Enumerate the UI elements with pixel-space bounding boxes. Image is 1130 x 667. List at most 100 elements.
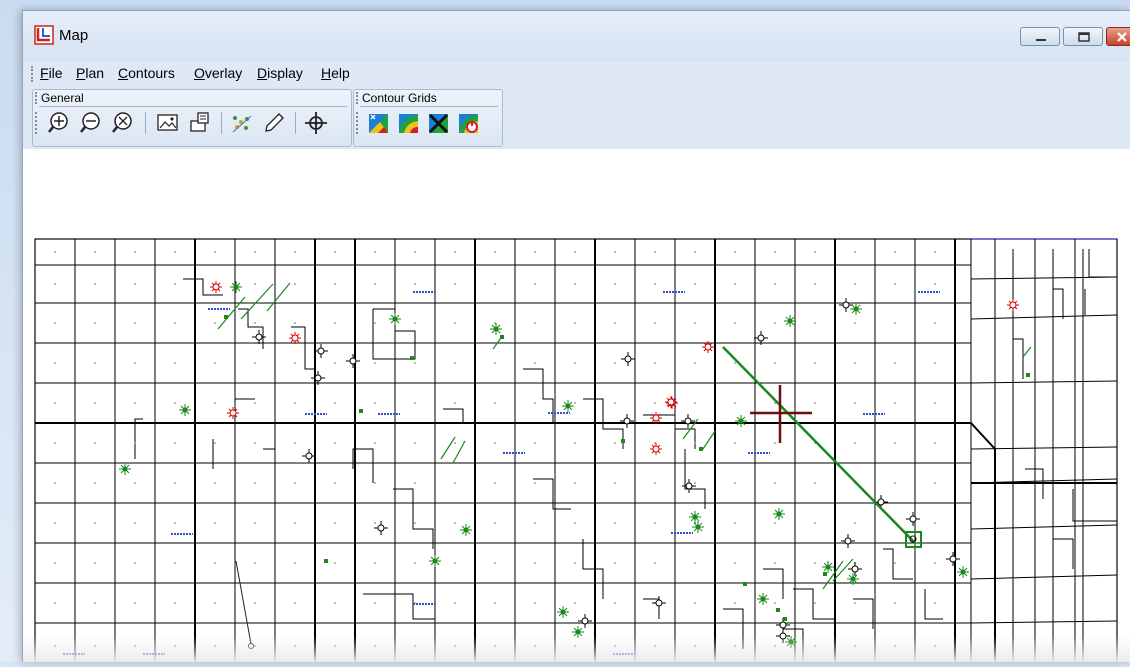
- section-dot: [54, 362, 56, 364]
- oil-well-icon: [560, 609, 566, 615]
- section-dot: [894, 442, 896, 444]
- oil-well-icon: [695, 524, 701, 530]
- toolbar-separator: [295, 112, 296, 134]
- section-dot: [94, 442, 96, 444]
- menu-overlay[interactable]: Overlay: [194, 65, 242, 81]
- section-dot: [294, 482, 296, 484]
- section-line: [970, 524, 1118, 530]
- section-dot: [814, 402, 816, 404]
- section-dot: [254, 251, 256, 253]
- tract-outline: [1053, 288, 1064, 319]
- oil-well-icon: [122, 466, 128, 472]
- section-dot: [214, 402, 216, 404]
- toolbar-general-grip[interactable]: [35, 92, 40, 104]
- well-location-icon: [621, 439, 625, 443]
- gas-well-icon: [212, 283, 220, 291]
- oil-well-icon: [182, 407, 188, 413]
- section-dot: [454, 602, 456, 604]
- section-dot: [774, 562, 776, 564]
- section-dot: [374, 522, 376, 524]
- tract-outline: [363, 593, 436, 649]
- grid-contour-button[interactable]: [396, 110, 422, 136]
- menu-file[interactable]: File: [40, 65, 63, 81]
- section-dot: [94, 562, 96, 564]
- grid-delete-button[interactable]: [426, 110, 452, 136]
- section-dot: [374, 322, 376, 324]
- section-dot: [54, 562, 56, 564]
- tract-outline: [763, 568, 784, 599]
- menubar-grip[interactable]: [31, 66, 36, 82]
- scatter-points-button[interactable]: [229, 110, 255, 136]
- zoom-in-button[interactable]: [47, 110, 73, 136]
- section-dot: [574, 562, 576, 564]
- section-dot: [174, 362, 176, 364]
- well-location-icon: [1026, 373, 1030, 377]
- selected-line[interactable]: [722, 346, 917, 545]
- section-dot: [494, 522, 496, 524]
- section-dot: [254, 283, 256, 285]
- dry-well-icon: [305, 452, 313, 460]
- section-dot: [294, 522, 296, 524]
- map-canvas[interactable]: [23, 149, 1130, 667]
- toolbar-general: General: [32, 89, 352, 147]
- zoom-in-icon: [48, 112, 68, 133]
- dry-well-icon: [844, 537, 852, 545]
- section-dot: [694, 645, 696, 647]
- section-dot: [174, 482, 176, 484]
- section-dot: [214, 562, 216, 564]
- section-dot: [214, 442, 216, 444]
- section-dot: [814, 251, 816, 253]
- pencil-button[interactable]: [261, 110, 287, 136]
- title-bar[interactable]: Map: [23, 11, 1130, 61]
- selected-well-box[interactable]: [905, 531, 922, 548]
- section-dot: [734, 645, 736, 647]
- grid-refresh-icon: [459, 114, 478, 133]
- section-dot: [374, 482, 376, 484]
- well-symbols[interactable]: [119, 281, 1032, 648]
- section-dot: [614, 482, 616, 484]
- export-button[interactable]: [187, 110, 213, 136]
- well-location-icon: [776, 608, 780, 612]
- section-grid: [34, 238, 1118, 667]
- section-dot: [414, 322, 416, 324]
- zoom-out-button[interactable]: [79, 110, 105, 136]
- zoom-reset-button[interactable]: [111, 110, 137, 136]
- section-dot: [134, 645, 136, 647]
- restore-button[interactable]: [1063, 27, 1103, 46]
- toolbar-contour-grip[interactable]: [356, 92, 361, 104]
- tract-outline: [1053, 538, 1074, 569]
- section-dot: [174, 522, 176, 524]
- grid-refresh-button[interactable]: [456, 110, 482, 136]
- section-line: [970, 574, 1118, 580]
- section-dot: [94, 602, 96, 604]
- section-dot: [814, 322, 816, 324]
- section-dot: [334, 522, 336, 524]
- oil-well-icon: [960, 569, 966, 575]
- center-target-button[interactable]: [303, 110, 329, 136]
- section-dot: [214, 522, 216, 524]
- toolbar-contour-grip2[interactable]: [356, 112, 361, 134]
- section-dot: [174, 562, 176, 564]
- toolbar-general-grip2[interactable]: [35, 112, 40, 134]
- minimize-button[interactable]: [1020, 27, 1060, 46]
- section-dot: [734, 283, 736, 285]
- section-dot: [934, 602, 936, 604]
- close-button[interactable]: [1106, 27, 1130, 46]
- section-dot: [334, 562, 336, 564]
- section-dot: [894, 362, 896, 364]
- map-svg[interactable]: [23, 149, 1130, 667]
- menu-display[interactable]: Display: [257, 65, 303, 81]
- section-dot: [454, 522, 456, 524]
- grid-new-button[interactable]: [366, 110, 392, 136]
- menu-plan[interactable]: Plan: [76, 65, 104, 81]
- menu-help[interactable]: Help: [321, 65, 350, 81]
- map-image-button[interactable]: [155, 110, 181, 136]
- section-dot: [934, 322, 936, 324]
- menu-contours[interactable]: Contours: [118, 65, 175, 81]
- section-dot: [214, 362, 216, 364]
- section-dot: [254, 522, 256, 524]
- toolbar-separator: [145, 112, 146, 134]
- section-dot: [934, 442, 936, 444]
- section-dot: [654, 645, 656, 647]
- center-target-icon: [305, 112, 327, 134]
